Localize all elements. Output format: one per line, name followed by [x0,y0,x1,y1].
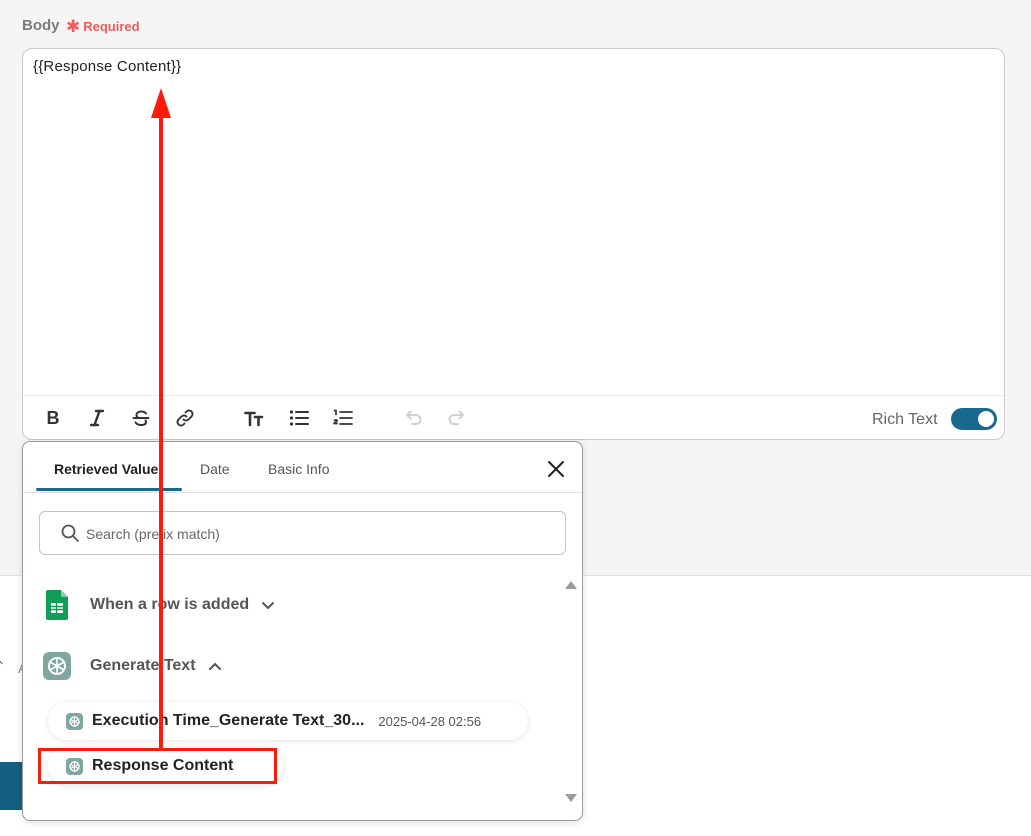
text-size-icon [244,411,264,427]
rich-text-toggle[interactable] [951,408,997,430]
group-label: When a row is added [90,596,250,613]
active-tab-indicator [36,488,182,491]
openai-icon [43,651,71,681]
search-input[interactable] [84,512,548,556]
tab-basic-info[interactable]: Basic Info [268,461,329,477]
body-field-label: Body [22,17,60,34]
strikethrough-button[interactable] [129,406,153,430]
close-icon [548,461,564,477]
body-editor[interactable]: {{Response Content}} B Rich Text [22,48,1005,440]
text-size-button[interactable] [242,406,266,430]
close-button[interactable] [545,458,567,480]
scroll-down-arrow-icon[interactable] [564,793,578,803]
annotation-highlight-box [38,748,277,784]
bold-icon: B [46,407,60,428]
item-label: Execution Time_Generate Text_30... [92,712,365,729]
tab-retrieved-value[interactable]: Retrieved Value [54,461,158,477]
link-icon [176,409,194,427]
numbered-list-icon [333,409,353,425]
tab-date[interactable]: Date [200,461,230,477]
required-asterisk-icon: ✱ [66,16,81,36]
bullet-list-button[interactable] [287,406,311,430]
required-label: Required [83,19,140,34]
scroll-up-arrow-icon[interactable] [564,580,578,590]
required-indicator: ✱ Required [66,16,140,36]
popup-tabs: Retrieved Value Date Basic Info [23,442,582,493]
group-label: Generate Text [90,657,196,674]
item-timestamp: 2025-04-28 02:56 [378,713,482,729]
search-field[interactable] [39,511,566,556]
strikethrough-icon [132,410,150,427]
bullet-list-icon [289,410,309,426]
italic-icon [89,409,105,427]
chevron-down-icon [262,602,275,610]
partial-caret-icon: ⌃ [0,658,6,675]
editor-toolbar: B Rich Text [23,395,1004,440]
redo-icon [448,410,465,425]
editor-content[interactable]: {{Response Content}} [33,58,181,75]
list-item-execution-time[interactable]: Execution Time_Generate Text_30... 2025-… [48,702,528,740]
bold-button[interactable]: B [41,406,65,430]
group-when-a-row-is-added[interactable]: When a row is added [43,588,275,622]
toggle-knob [978,411,994,427]
openai-icon [66,712,83,730]
chevron-up-icon [208,662,221,670]
rich-text-label: Rich Text [872,411,938,428]
group-generate-text[interactable]: Generate Text [43,649,222,683]
italic-button[interactable] [85,406,109,430]
link-button[interactable] [173,406,197,430]
redo-button[interactable] [445,406,469,430]
google-sheets-icon [43,590,71,620]
search-icon [61,524,79,542]
undo-button[interactable] [401,406,425,430]
undo-icon [405,410,422,425]
numbered-list-button[interactable] [331,406,355,430]
